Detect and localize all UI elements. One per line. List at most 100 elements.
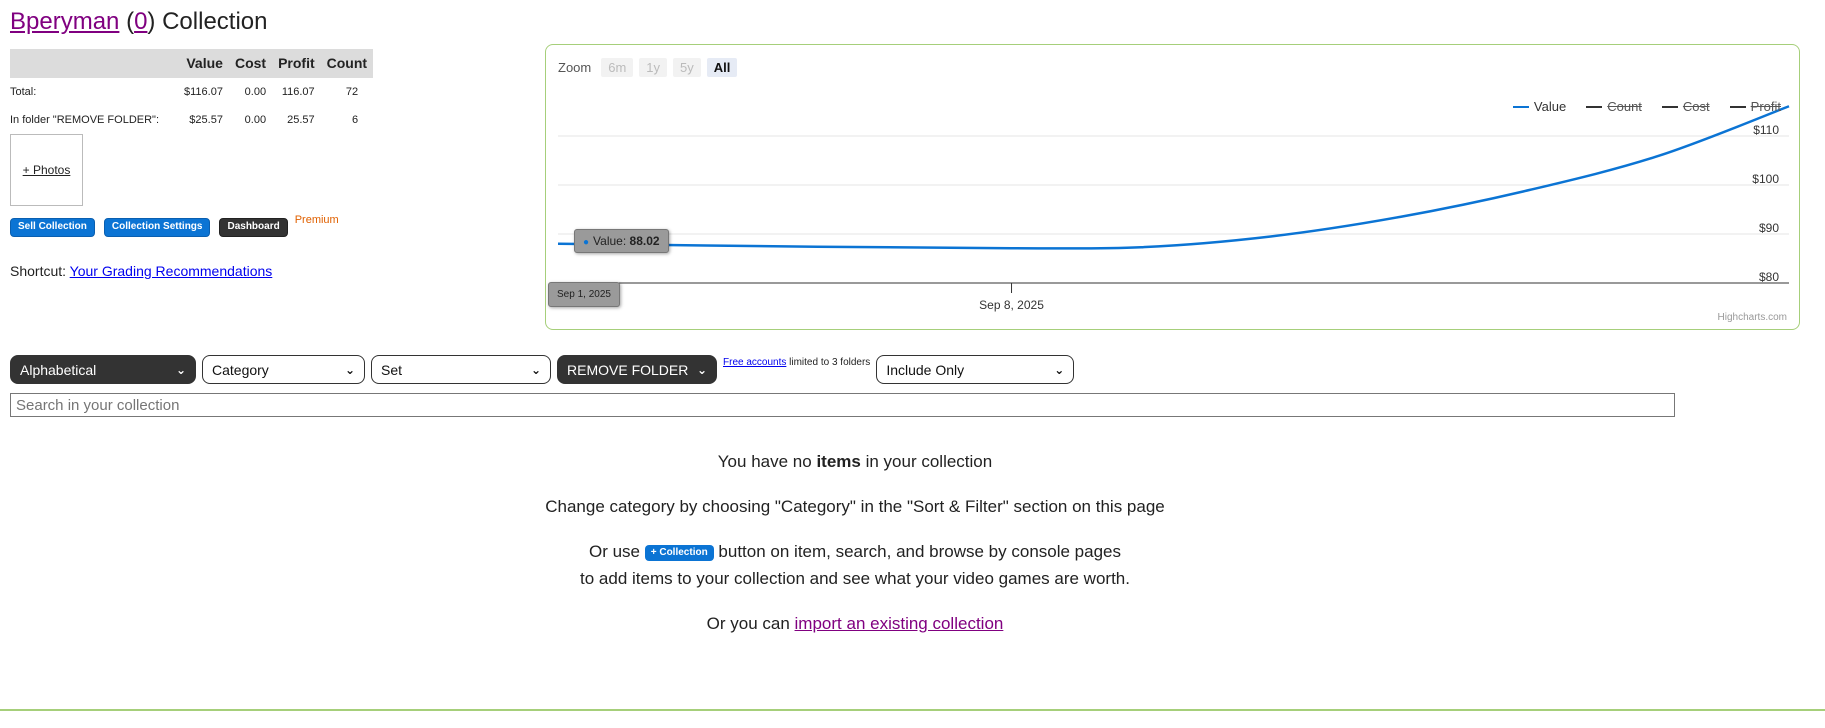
tooltip-label: Value: — [593, 234, 627, 248]
legend-line-icon — [1586, 105, 1603, 108]
summary-count: 6 — [351, 114, 359, 126]
summary-cost: 0.00 — [244, 86, 267, 98]
free-accounts-link[interactable]: Free accounts — [723, 357, 786, 368]
set-select[interactable]: Set ⌄ — [371, 355, 551, 384]
y-tick-label: $110 — [1753, 123, 1779, 137]
empty-line1-pre: You have no — [717, 452, 812, 471]
series-dot-icon: ● — [583, 237, 590, 248]
summary-header-row: Value Cost Profit Count — [10, 49, 374, 78]
summary-header-count: Count — [320, 49, 374, 78]
folder-select-value: REMOVE FOLDER — [567, 361, 689, 378]
shortcut: Shortcut: Your Grading Recommendations — [10, 263, 272, 279]
photos-box: + Photos — [10, 134, 83, 206]
legend-item-value[interactable]: Value — [1512, 99, 1567, 114]
legend-line-icon — [1661, 105, 1678, 108]
collection-actions: Sell Collection Collection Settings Dash… — [10, 214, 339, 237]
category-select[interactable]: Category ⌄ — [202, 355, 365, 384]
chevron-down-icon: ⌄ — [696, 362, 707, 377]
include-select-value: Include Only — [886, 361, 965, 378]
x-tick-label: Sep 8, 2025 — [979, 298, 1044, 312]
summary-header-profit: Profit — [272, 49, 321, 78]
premium-badge: Premium — [294, 214, 339, 226]
empty-message-line2: Change category by choosing "Category" i… — [545, 497, 1165, 516]
legend-label: Cost — [1682, 99, 1710, 114]
chart-credits[interactable]: Highcharts.com — [1718, 312, 1787, 323]
zoom-label: Zoom — [558, 60, 592, 75]
chart-date-tooltip: Sep 1, 2025 — [548, 282, 620, 307]
chart-canvas: $110 $100 $90 $80 Sep 8, 2025 — [557, 105, 1790, 312]
title-suffix: Collection — [162, 8, 268, 35]
empty-line3-pre: Or use — [588, 542, 640, 561]
legend-label: Count — [1607, 99, 1642, 114]
summary-label: In folder "REMOVE FOLDER": — [10, 114, 160, 126]
collection-search-input[interactable] — [10, 393, 1675, 417]
summary-profit: 25.57 — [287, 114, 315, 126]
chart-tooltip: ● Value: 88.02 — [574, 229, 669, 253]
grading-recommendations-link[interactable]: Your Grading Recommendations — [70, 263, 273, 279]
chevron-down-icon: ⌄ — [175, 362, 186, 377]
legend-label: Value — [1533, 99, 1567, 114]
summary-count: 72 — [345, 86, 359, 98]
summary-value: $25.57 — [189, 114, 223, 126]
summary-profit: 116.07 — [281, 86, 315, 98]
user-link[interactable]: Bperyman — [10, 8, 119, 35]
paren-close: ) — [147, 8, 156, 35]
tooltip-value: 88.02 — [629, 234, 660, 248]
summary-row-total: Total: $116.07 0.00 116.07 72 — [10, 78, 373, 106]
empty-line1-post: in your collection — [865, 452, 993, 471]
summary-row-folder: In folder "REMOVE FOLDER": $25.57 0.00 2… — [10, 106, 373, 134]
import-collection-link[interactable]: import an existing collection — [795, 614, 1004, 633]
dashboard-button[interactable]: Dashboard — [219, 218, 288, 237]
zoom-all-button[interactable]: All — [706, 58, 738, 77]
summary-label: Total: — [10, 86, 37, 98]
summary-header-blank — [10, 49, 178, 78]
zoom-1y-button[interactable]: 1y — [639, 58, 668, 77]
set-select-value: Set — [381, 361, 403, 378]
sell-collection-button[interactable]: Sell Collection — [10, 218, 95, 237]
footer-divider — [0, 709, 1825, 711]
include-select[interactable]: Include Only ⌄ — [876, 355, 1075, 384]
value-series-line[interactable] — [557, 105, 1790, 250]
empty-message-line1: You have no items in your collection — [0, 452, 1710, 472]
empty-message-line4: to add items to your collection and see … — [580, 569, 1130, 588]
category-select-value: Category — [212, 361, 269, 378]
folder-select[interactable]: REMOVE FOLDER ⌄ — [557, 355, 717, 384]
y-tick-label: $80 — [1759, 270, 1779, 284]
legend-line-icon — [1729, 105, 1746, 108]
shortcut-label: Shortcut: — [10, 263, 67, 279]
legend-item-profit[interactable]: Profit — [1729, 99, 1781, 114]
summary-cost: 0.00 — [244, 114, 267, 126]
summary-header-cost: Cost — [228, 49, 273, 78]
empty-line1-bold: items — [816, 452, 861, 471]
page-title: Bperyman (0) Collection — [10, 8, 267, 36]
chevron-down-icon: ⌄ — [530, 362, 541, 377]
chart-legend: Value Count Cost Profit — [1512, 99, 1781, 114]
zoom-controls: Zoom 6m 1y 5y All — [558, 58, 738, 77]
empty-message-line5: Or you can import an existing collection — [0, 614, 1710, 634]
zoom-5y-button[interactable]: 5y — [673, 58, 701, 77]
empty-message-line3: Or use + Collection button on item, sear… — [0, 542, 1710, 562]
sort-select[interactable]: Alphabetical ⌄ — [10, 355, 196, 384]
chevron-down-icon: ⌄ — [1054, 362, 1065, 377]
summary-value: $116.07 — [184, 86, 223, 98]
paren-open: ( — [126, 8, 135, 35]
collection-settings-button[interactable]: Collection Settings — [103, 218, 211, 237]
value-chart: $110 $100 $90 $80 Sep 8, 2025 Zoom 6m 1y 5y … — [545, 44, 1800, 330]
sort-filter-bar: Alphabetical ⌄ Category ⌄ Set ⌄ REMOVE F… — [10, 355, 1075, 384]
y-tick-label: $100 — [1752, 172, 1779, 186]
y-tick-label: $90 — [1759, 221, 1779, 235]
legend-item-count[interactable]: Count — [1586, 99, 1642, 114]
folder-limit-note: Free accounts limited to 3 folders — [723, 357, 870, 368]
empty-line3-post: button on item, search, and browse by co… — [718, 542, 1122, 561]
folder-limit-text: limited to 3 folders — [789, 357, 871, 368]
legend-line-icon — [1512, 105, 1529, 108]
summary-table: Value Cost Profit Count Total: $116.07 0… — [10, 49, 374, 134]
legend-item-cost[interactable]: Cost — [1661, 99, 1710, 114]
legend-label: Profit — [1750, 99, 1781, 114]
collection-count-link[interactable]: 0 — [134, 8, 147, 35]
sort-select-value: Alphabetical — [20, 361, 97, 378]
zoom-6m-button[interactable]: 6m — [601, 58, 634, 77]
add-photos-link[interactable]: + Photos — [23, 163, 71, 177]
add-collection-button[interactable]: + Collection — [644, 544, 714, 561]
empty-line5-pre: Or you can — [706, 614, 790, 633]
